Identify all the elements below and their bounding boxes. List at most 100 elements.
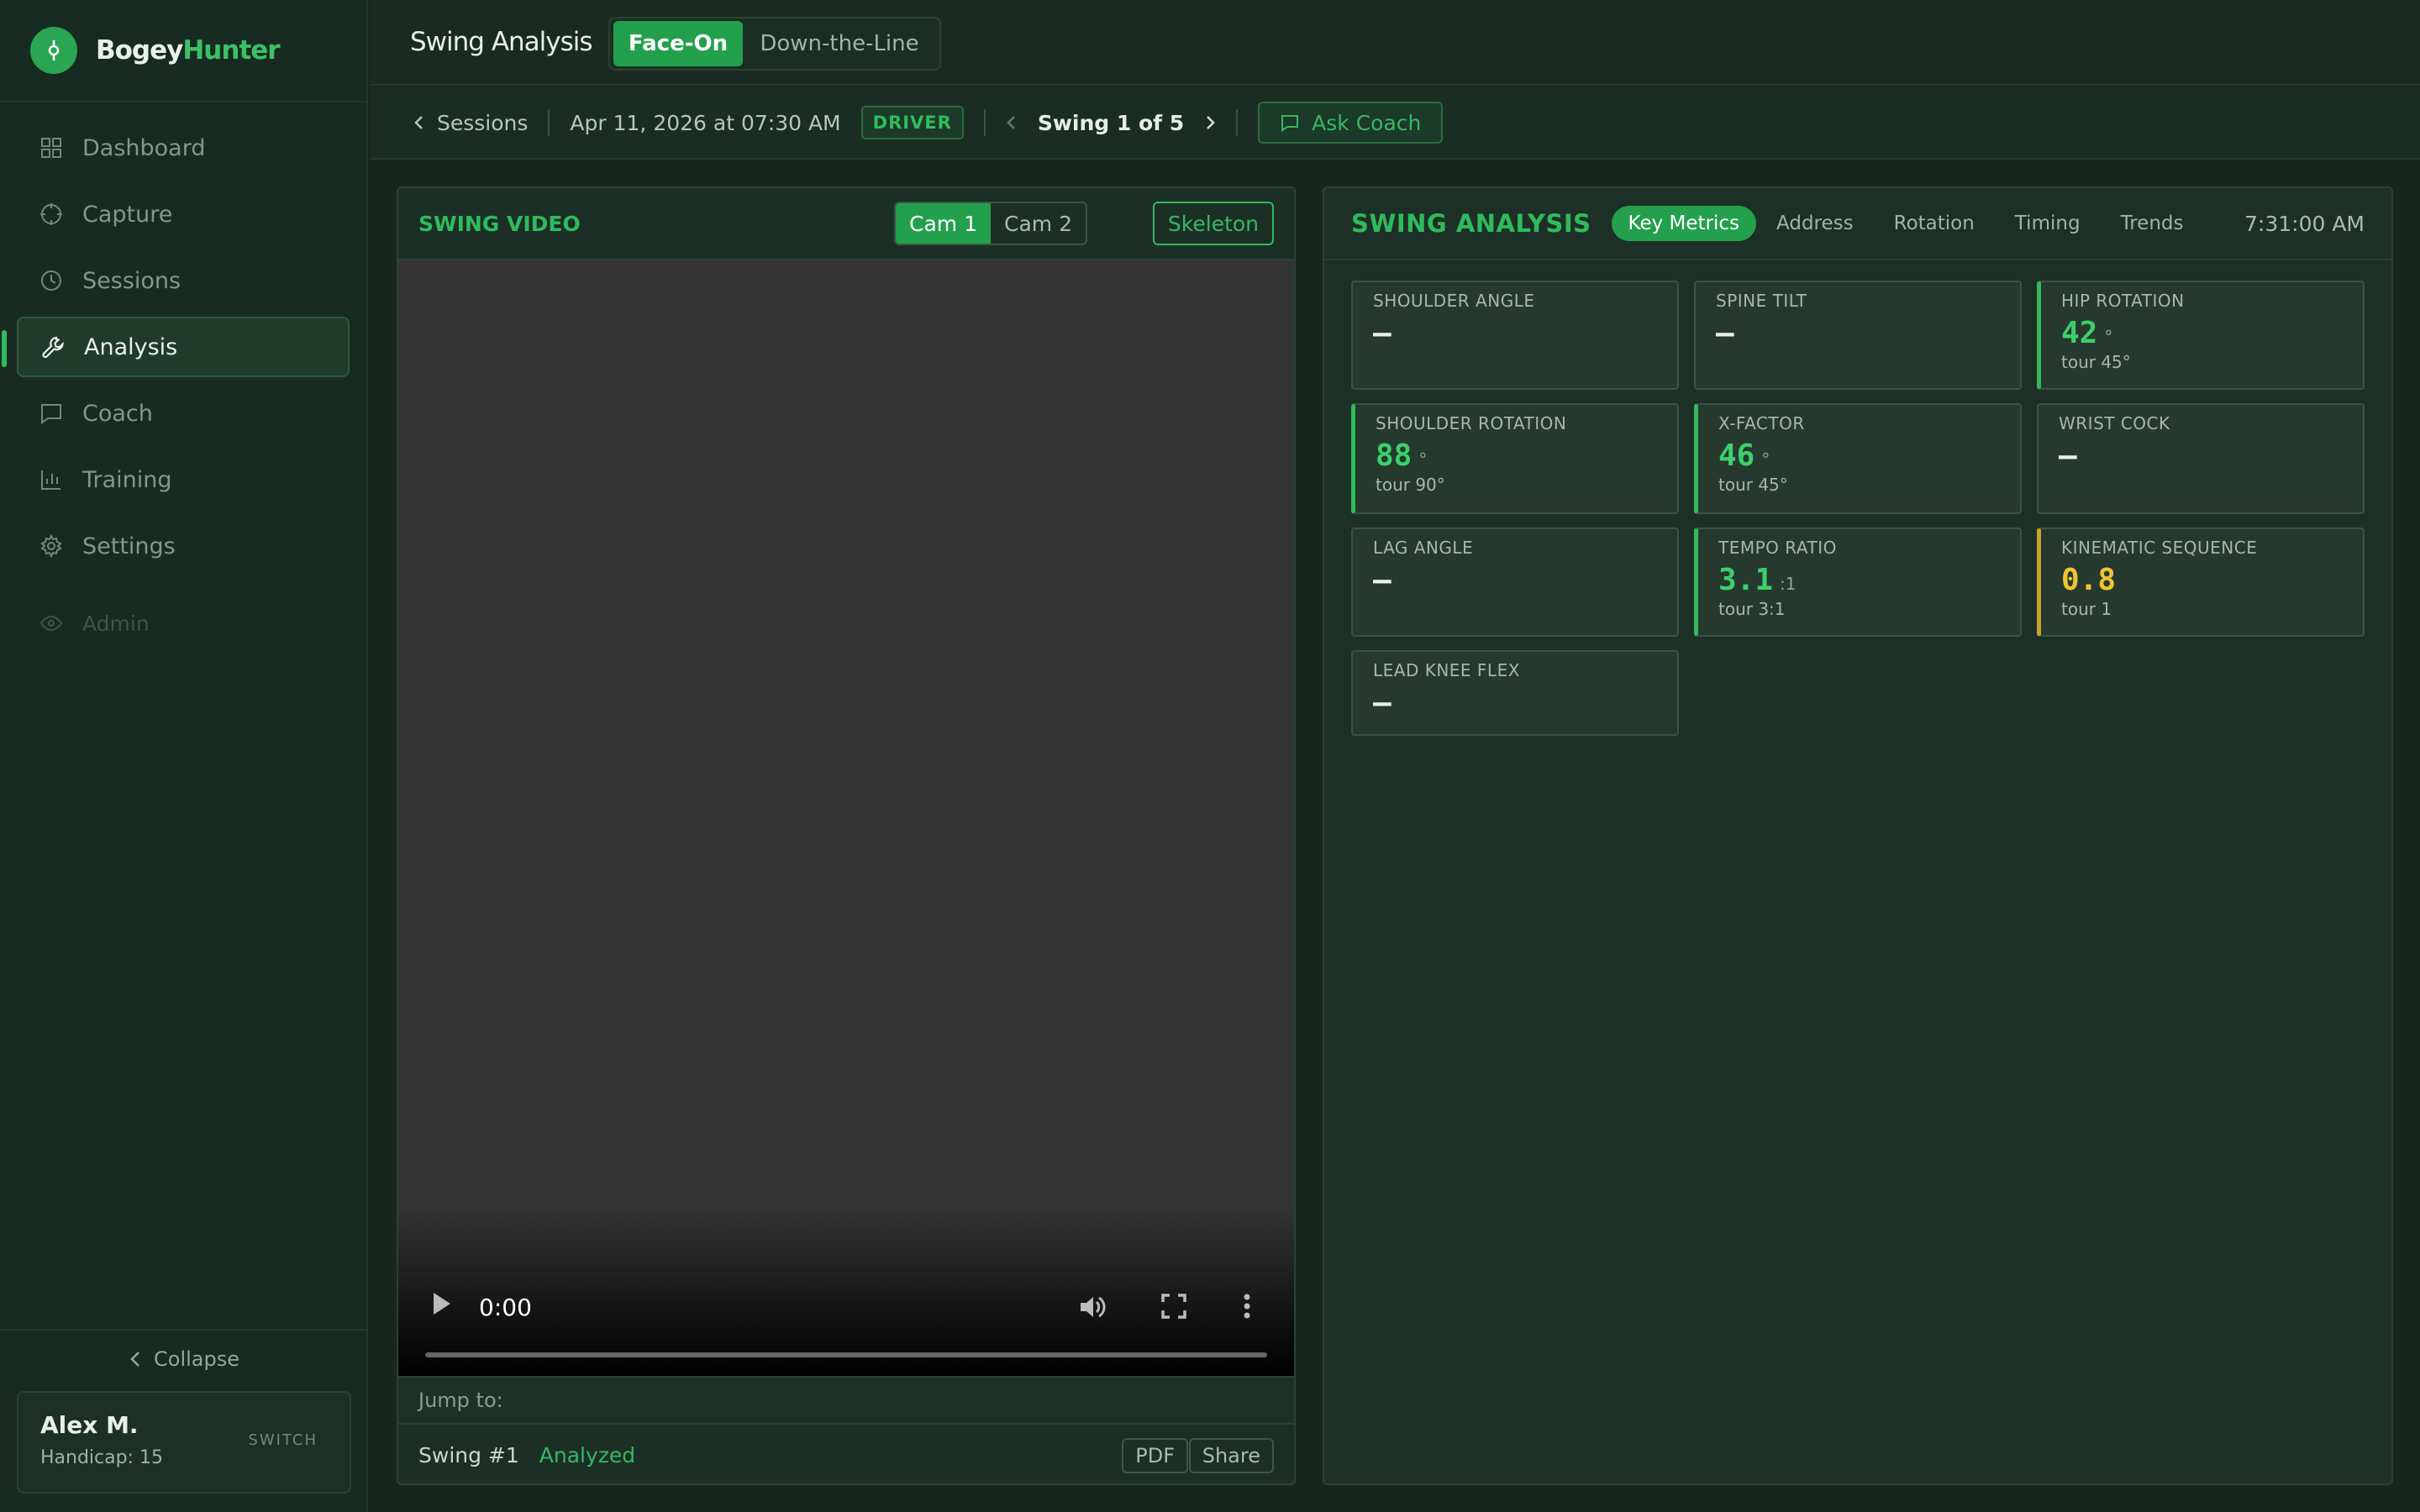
tab-face-on[interactable]: Face-On: [613, 21, 743, 66]
metric-tempo-ratio: TEMPO RATIO 3.1:1 tour 3:1: [1694, 528, 2022, 637]
back-to-sessions-link[interactable]: Sessions: [413, 111, 528, 135]
sidebar-item-admin[interactable]: Admin: [17, 593, 350, 654]
metric-lag-angle: LAG ANGLE —: [1351, 528, 1679, 637]
swing-analysis-panel: SWING ANALYSIS Key Metrics Address Rotat…: [1323, 186, 2393, 1485]
divider: [548, 109, 550, 136]
view-toggle: Face-On Down-the-Line: [608, 17, 941, 71]
crosshair-icon: [40, 203, 62, 225]
metric-label: LEAD KNEE FLEX: [1373, 660, 1520, 680]
share-button[interactable]: Share: [1188, 1438, 1274, 1473]
metric-value: 3.1:1: [1718, 563, 1797, 597]
metric-reference: tour 45°: [1718, 475, 1788, 495]
sidebar: BogeyHunter Dashboard Capture Sessions A…: [0, 0, 368, 1512]
video-player[interactable]: 0:00: [398, 260, 1294, 1376]
brand-logo-icon: [30, 27, 77, 74]
cam-1-button[interactable]: Cam 1: [896, 203, 992, 244]
user-card: Alex M. Handicap: 15 SWITCH: [17, 1391, 351, 1494]
camera-toggle: Cam 1 Cam 2: [894, 202, 1087, 245]
wrench-icon: [42, 336, 64, 359]
page-title: Swing Analysis: [410, 27, 593, 57]
sidebar-item-label: Settings: [82, 533, 176, 559]
tab-timing[interactable]: Timing: [1995, 206, 2101, 241]
video-panel-title: SWING VIDEO: [418, 211, 581, 236]
swing-video-panel: SWING VIDEO Cam 1 Cam 2 Skeleton 0:00 Ju…: [397, 186, 1296, 1485]
brand-name: BogeyHunter: [96, 35, 281, 66]
next-swing-icon[interactable]: [1204, 114, 1216, 131]
sidebar-item-dashboard[interactable]: Dashboard: [17, 118, 350, 178]
sidebar-item-training[interactable]: Training: [17, 449, 350, 510]
cam-2-button[interactable]: Cam 2: [991, 203, 1086, 244]
tab-trends[interactable]: Trends: [2101, 206, 2204, 241]
chat-icon: [1281, 115, 1299, 132]
swing-id: Swing #1: [418, 1442, 519, 1467]
brand[interactable]: BogeyHunter: [0, 0, 366, 102]
video-scrubber[interactable]: [425, 1352, 1267, 1357]
skeleton-toggle-button[interactable]: Skeleton: [1152, 202, 1274, 245]
metric-spine-tilt: SPINE TILT —: [1694, 281, 2022, 390]
gear-icon: [40, 533, 62, 559]
top-header: Swing Analysis Face-On Down-the-Line: [370, 0, 2420, 86]
divider: [983, 109, 986, 136]
divider: [1236, 109, 1239, 136]
tab-down-the-line[interactable]: Down-the-Line: [743, 21, 936, 66]
video-controls: 0:00: [398, 1258, 1294, 1376]
sidebar-item-capture[interactable]: Capture: [17, 184, 350, 244]
metric-label: WRIST COCK: [2059, 413, 2170, 433]
ask-coach-button[interactable]: Ask Coach: [1258, 102, 1444, 144]
metric-label: SHOULDER ANGLE: [1373, 291, 1535, 311]
metric-value: —: [1373, 316, 1392, 350]
metric-wrist-cock: WRIST COCK —: [2037, 403, 2365, 514]
metric-lead-knee-flex: LEAD KNEE FLEX —: [1351, 650, 1679, 736]
session-date: Apr 11, 2026 at 07:30 AM: [570, 110, 841, 135]
chevron-left-icon: [414, 116, 423, 129]
sidebar-item-settings[interactable]: Settings: [17, 516, 350, 576]
sidebar-item-label: Analysis: [84, 333, 178, 360]
sidebar-item-analysis[interactable]: Analysis: [2, 317, 350, 377]
metric-label: X-FACTOR: [1718, 413, 1805, 433]
prev-swing-icon[interactable]: [1006, 114, 1018, 131]
analysis-status: Analyzed: [539, 1442, 636, 1467]
metric-label: TEMPO RATIO: [1718, 538, 1837, 558]
switch-user-button[interactable]: SWITCH: [248, 1431, 318, 1449]
tab-key-metrics[interactable]: Key Metrics: [1611, 206, 1757, 241]
eye-icon: [39, 615, 63, 632]
metric-value: —: [1373, 685, 1392, 720]
sidebar-item-label: Dashboard: [82, 134, 206, 161]
club-badge: DRIVER: [860, 106, 964, 139]
fullscreen-icon[interactable]: [1160, 1292, 1188, 1320]
sidebar-item-label: Capture: [82, 201, 173, 228]
metric-value: 42 °: [2061, 316, 2113, 350]
metric-value: 46 °: [1718, 438, 1770, 473]
metric-reference: tour 3:1: [1718, 599, 1786, 619]
bar-chart-icon: [41, 470, 60, 490]
metric-x-factor: X-FACTOR 46 ° tour 45°: [1694, 403, 2022, 514]
sidebar-item-label: Sessions: [82, 267, 182, 294]
more-options-icon[interactable]: [1242, 1292, 1252, 1320]
collapse-label: Collapse: [154, 1347, 239, 1371]
metric-label: KINEMATIC SEQUENCE: [2061, 538, 2258, 558]
play-icon[interactable]: [430, 1290, 454, 1317]
sidebar-item-sessions[interactable]: Sessions: [17, 250, 350, 311]
volume-icon[interactable]: [1077, 1292, 1107, 1322]
analysis-panel-title: SWING ANALYSIS: [1351, 209, 1591, 238]
jump-to-bar[interactable]: Jump to:: [398, 1376, 1294, 1425]
tab-rotation[interactable]: Rotation: [1874, 206, 1995, 241]
sidebar-item-coach[interactable]: Coach: [17, 383, 350, 444]
sidebar-item-label: Training: [82, 466, 172, 493]
analysis-panel-header: SWING ANALYSIS Key Metrics Address Rotat…: [1324, 188, 2391, 260]
metric-label: LAG ANGLE: [1373, 538, 1474, 558]
metric-label: SPINE TILT: [1716, 291, 1807, 311]
jump-to-label: Jump to:: [418, 1389, 503, 1412]
metric-value: 0.8: [2061, 563, 2117, 597]
metric-reference: tour 45°: [2061, 352, 2131, 372]
pdf-button[interactable]: PDF: [1122, 1438, 1188, 1473]
sidebar-item-label: Coach: [82, 400, 153, 427]
tab-address[interactable]: Address: [1756, 206, 1874, 241]
analysis-tabs: Key Metrics Address Rotation Timing Tren…: [1611, 206, 2204, 241]
metric-value: 88 °: [1376, 438, 1428, 473]
sidebar-item-label: Admin: [82, 611, 150, 636]
grid-icon: [41, 138, 61, 158]
metric-shoulder-rotation: SHOULDER ROTATION 88 ° tour 90°: [1351, 403, 1679, 514]
collapse-button[interactable]: Collapse: [0, 1329, 368, 1388]
swing-counter: Swing 1 of 5: [1037, 110, 1185, 135]
